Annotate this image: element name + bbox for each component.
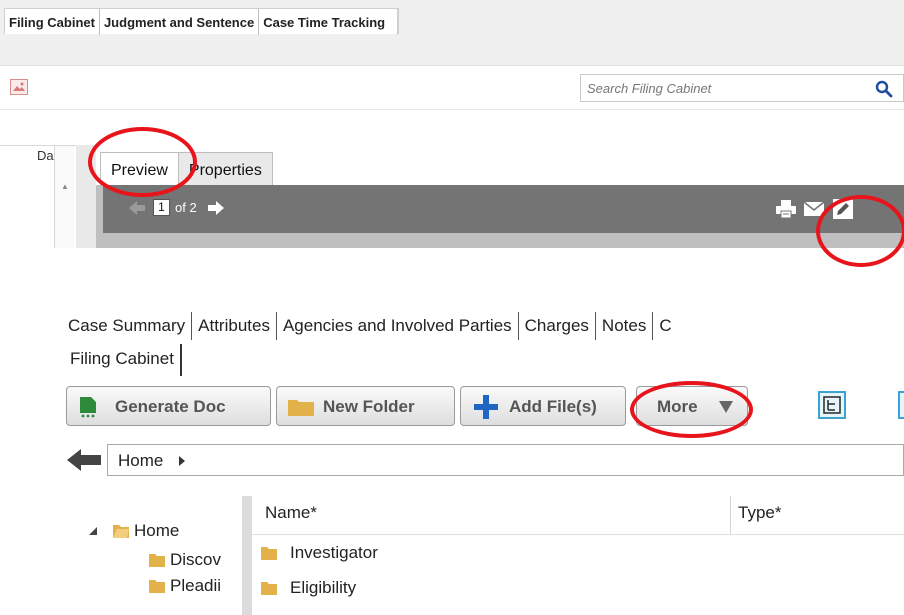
new-folder-button[interactable]: New Folder (276, 386, 455, 426)
breadcrumb-home[interactable]: Home (118, 451, 163, 471)
tree-item-label: Pleadii (170, 576, 222, 595)
tab-bar-fill (512, 8, 904, 34)
breadcrumb-row: Home (66, 444, 904, 476)
filing-cabinet-preview-panel: Filing Cabinet Judgment and Sentence Cas… (0, 0, 904, 249)
breadcrumb: Home (107, 444, 904, 476)
tab-judgment-and-sentence[interactable]: Judgment and Sentence (100, 9, 260, 35)
next-page-icon[interactable] (207, 200, 225, 216)
tree-view-button[interactable] (818, 391, 846, 419)
page-count-label: of 2 (175, 200, 197, 215)
column-header-type[interactable]: Type* (738, 503, 781, 523)
tab-attributes[interactable]: Attributes (192, 312, 277, 340)
tab-case-time-tracking[interactable]: Case Time Tracking (259, 9, 399, 35)
scrollbar[interactable]: ▲ (54, 146, 74, 249)
filing-toolbar (0, 66, 904, 110)
back-arrow-icon[interactable] (66, 448, 102, 472)
search-box (580, 74, 904, 102)
tree-item-label: Home (134, 521, 180, 540)
add-files-label: Add File(s) (509, 397, 597, 416)
column-header-name[interactable]: Name* (265, 503, 317, 523)
generate-doc-label: Generate Doc (115, 397, 226, 416)
tab-case-summary[interactable]: Case Summary (66, 312, 193, 340)
tree-view-icon (823, 396, 841, 414)
header-divider (252, 534, 904, 535)
tab-agencies-and-involved-parties[interactable]: Agencies and Involved Parties (277, 312, 519, 340)
preview-content: 1 of 2 (96, 185, 904, 248)
search-input[interactable] (587, 78, 867, 98)
dropdown-arrow-icon (719, 401, 733, 413)
more-label: More (657, 397, 698, 416)
new-folder-label: New Folder (323, 397, 415, 416)
mail-icon[interactable] (803, 200, 825, 218)
generate-doc-button[interactable]: Generate Doc (66, 386, 271, 426)
list-item-name: Eligibility (290, 578, 357, 597)
tab-properties[interactable]: Properties (177, 152, 273, 185)
preview-tabs: Preview Properties (100, 152, 273, 185)
edit-icon[interactable] (832, 198, 854, 220)
generate-doc-icon (80, 397, 96, 418)
pane-divider[interactable] (76, 145, 96, 248)
folder-open-icon (113, 525, 129, 538)
list-item-name: Investigator (290, 543, 378, 562)
top-tabs: Filing Cabinet Judgment and Sentence Cas… (4, 8, 400, 35)
plus-icon (474, 395, 498, 419)
more-button[interactable]: More (636, 386, 748, 426)
folder-icon (261, 582, 277, 595)
preview-toolbar: 1 of 2 (103, 185, 904, 233)
file-list: Name* Type* Investigator Eligibility (252, 496, 904, 615)
tab-filing-cabinet[interactable]: Filing Cabinet (5, 9, 100, 35)
add-files-button[interactable]: Add File(s) (460, 386, 626, 426)
tree-item-label: Discov (170, 550, 222, 569)
tab-filing-cabinet-sub[interactable]: Filing Cabinet (66, 344, 182, 376)
chevron-right-icon[interactable] (178, 455, 186, 467)
folder-icon (261, 547, 277, 560)
folder-icon (149, 554, 165, 567)
date-column-header[interactable]: Da (37, 148, 54, 163)
scroll-up-icon[interactable]: ▲ (61, 182, 69, 191)
tab-preview[interactable]: Preview (100, 152, 179, 185)
search-icon[interactable] (875, 80, 893, 98)
page-number-input[interactable]: 1 (153, 199, 170, 216)
print-icon[interactable] (775, 199, 797, 219)
tree-splitter[interactable] (242, 496, 252, 615)
prev-page-icon[interactable] (128, 200, 146, 216)
folder-icon (149, 580, 165, 593)
expand-triangle-icon[interactable] (88, 526, 98, 536)
action-bar: Generate Doc New Folder Add File(s) More (66, 386, 904, 426)
case-detail-panel: Case Summary Attributes Agencies and Inv… (0, 248, 904, 615)
subtabs: Filing Cabinet (66, 344, 182, 376)
folder-icon (288, 400, 314, 416)
top-tab-bar: Filing Cabinet Judgment and Sentence Cas… (0, 0, 904, 66)
column-divider[interactable] (730, 496, 731, 534)
broken-image-icon (10, 79, 28, 95)
tab-charges[interactable]: Charges (519, 312, 596, 340)
list-view-button[interactable] (898, 391, 904, 419)
tab-truncated[interactable]: C (653, 312, 677, 340)
case-tabs: Case Summary Attributes Agencies and Inv… (66, 312, 678, 340)
date-column: Da ▲ (0, 145, 76, 249)
tab-notes[interactable]: Notes (596, 312, 654, 340)
